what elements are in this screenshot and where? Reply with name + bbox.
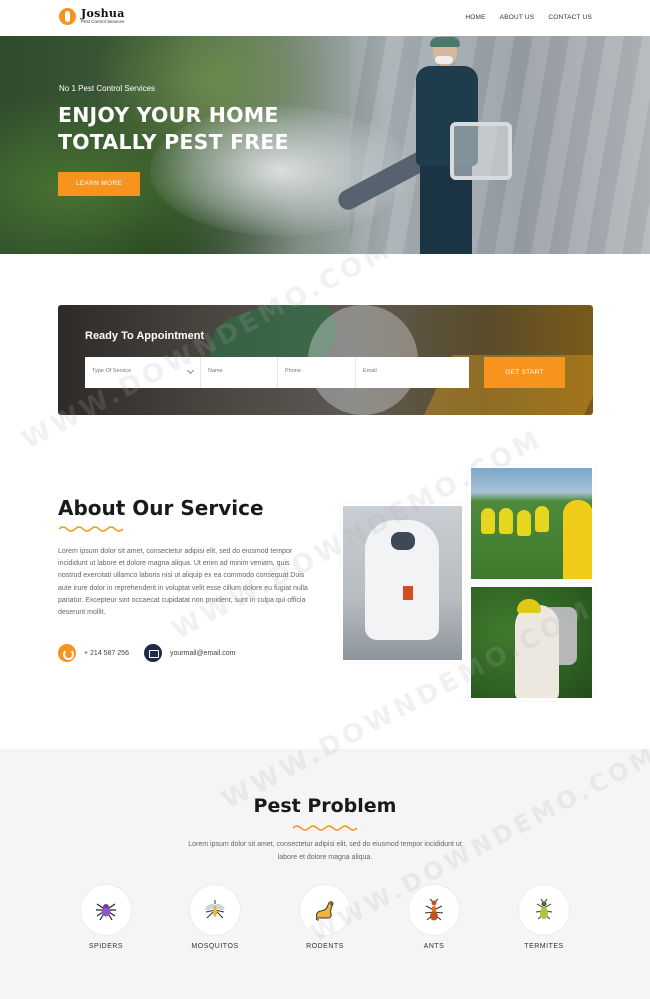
hero-banner: No 1 Pest Control Services ENJOY YOUR HO… xyxy=(0,36,650,254)
nav-contact-us[interactable]: CONTACT US xyxy=(548,14,592,21)
site-header: Joshua Pest Control Services HOME ABOUT … xyxy=(0,0,650,36)
pest-problem-section xyxy=(0,749,650,999)
spider-icon xyxy=(96,903,116,921)
pest-item-spiders[interactable]: SPIDERS xyxy=(66,885,146,950)
phone-icon xyxy=(58,644,76,662)
pest-problem-description: Lorem ipsum dolor sit amet, consectetur … xyxy=(188,841,462,861)
email-icon xyxy=(144,644,162,662)
email-input[interactable]: Email xyxy=(356,357,469,388)
logo[interactable]: Joshua Pest Control Services xyxy=(59,8,125,25)
logo-name: Joshua xyxy=(81,7,125,21)
nav-about-us[interactable]: ABOUT US xyxy=(500,14,535,21)
about-text: Lorem ipsum dolor sit amet, consectetur … xyxy=(58,548,308,617)
pest-problem-title: Pest Problem xyxy=(253,795,397,817)
get-start-button[interactable]: GET START xyxy=(484,357,565,388)
logo-tagline: Pest Control Services xyxy=(81,19,125,25)
title-underline-squiggle xyxy=(58,526,124,532)
service-photo-field xyxy=(468,465,595,582)
name-input[interactable]: Name xyxy=(201,357,278,388)
pest-item-ants[interactable]: ANTS xyxy=(394,885,474,950)
hero-tagline: No 1 Pest Control Services xyxy=(59,84,156,93)
about-title: About Our Service xyxy=(58,496,264,520)
phone-input[interactable]: Phone xyxy=(278,357,356,388)
appointment-band: Ready To Appointment Type Of Service Nam… xyxy=(58,305,593,415)
contact-email[interactable]: yourmail@email.com xyxy=(144,644,235,662)
logo-icon xyxy=(59,8,76,25)
nav-home[interactable]: HOME xyxy=(465,14,485,21)
pest-item-mosquitos[interactable]: MOSQUITOS xyxy=(175,885,255,950)
pest-title-underline-squiggle xyxy=(292,825,358,831)
pest-item-rodents[interactable]: RODENTS xyxy=(285,885,365,950)
contact-phone[interactable]: + 214 587 256 xyxy=(58,644,129,662)
service-type-select[interactable]: Type Of Service xyxy=(85,357,201,388)
chevron-down-icon xyxy=(186,366,195,375)
hero-title: ENJOY YOUR HOME TOTALLY PEST FREE xyxy=(58,103,289,154)
appointment-title: Ready To Appointment xyxy=(85,330,205,342)
mosquito-icon xyxy=(205,900,225,919)
ant-icon xyxy=(424,898,444,921)
main-nav: HOME ABOUT US CONTACT US xyxy=(465,14,592,21)
appointment-form: Type Of Service Name Phone Email xyxy=(85,357,469,388)
fogger-frame xyxy=(450,122,512,180)
service-photo-sprayer xyxy=(468,584,595,701)
service-photo-indoor xyxy=(340,503,465,663)
termite-icon xyxy=(535,898,553,920)
learn-more-button[interactable]: LEARN MORE xyxy=(58,172,140,196)
pest-item-termites[interactable]: TERMITES xyxy=(504,885,584,950)
rodent-icon xyxy=(315,901,334,921)
